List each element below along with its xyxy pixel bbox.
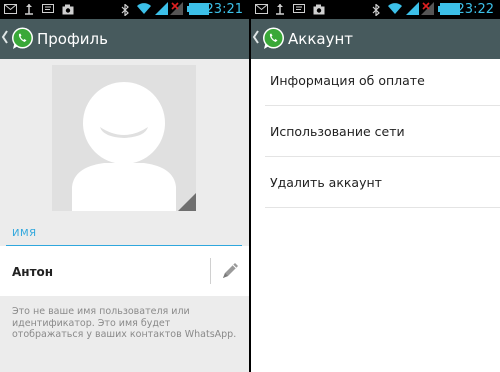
wifi-icon bbox=[388, 3, 402, 15]
bluetooth-icon bbox=[121, 4, 129, 16]
pencil-icon bbox=[223, 263, 238, 278]
status-time: 23:22 bbox=[456, 2, 494, 17]
menu-item-delete-account[interactable]: Удалить аккаунт bbox=[251, 158, 500, 208]
camera-icon bbox=[62, 4, 74, 15]
status-bar: 23:21 bbox=[0, 0, 249, 19]
usb-icon bbox=[276, 4, 284, 15]
sms-icon bbox=[42, 4, 54, 13]
bluetooth-icon bbox=[372, 4, 380, 16]
menu-divider bbox=[265, 156, 500, 157]
menu-item-label: Информация об оплате bbox=[270, 73, 425, 88]
back-chevron-icon[interactable] bbox=[1, 29, 9, 45]
name-label: ИМЯ bbox=[12, 228, 37, 239]
status-time: 23:21 bbox=[205, 2, 243, 17]
whatsapp-logo-icon[interactable] bbox=[10, 26, 35, 51]
mail-icon bbox=[4, 4, 17, 14]
default-avatar-icon bbox=[52, 65, 196, 211]
usb-icon bbox=[25, 4, 33, 15]
name-row-separator bbox=[210, 258, 211, 284]
sms-icon bbox=[293, 4, 305, 13]
account-screen: 23:22 Аккаунт Информация об оплате Испол… bbox=[251, 0, 500, 372]
menu-divider bbox=[265, 207, 500, 208]
edit-name-button[interactable] bbox=[218, 261, 242, 281]
menu-divider bbox=[265, 105, 500, 106]
no-signal-icon bbox=[421, 2, 434, 15]
menu-item-payment-info[interactable]: Информация об оплате bbox=[251, 56, 500, 106]
wifi-icon bbox=[137, 3, 151, 15]
no-signal-icon bbox=[170, 2, 183, 15]
whatsapp-logo-icon[interactable] bbox=[261, 26, 286, 51]
signal-icon bbox=[155, 2, 168, 15]
back-chevron-icon[interactable] bbox=[252, 29, 260, 45]
menu-item-label: Удалить аккаунт bbox=[270, 175, 382, 190]
menu-item-label: Использование сети bbox=[270, 124, 405, 139]
name-value[interactable]: Антон bbox=[12, 265, 53, 279]
action-bar: Профиль bbox=[0, 19, 249, 59]
mail-icon bbox=[255, 4, 268, 14]
name-hint: Это не ваше имя пользователя или идентиф… bbox=[12, 306, 237, 340]
menu-item-network-usage[interactable]: Использование сети bbox=[251, 107, 500, 157]
camera-icon bbox=[313, 4, 325, 15]
page-title: Профиль bbox=[37, 30, 108, 48]
profile-photo[interactable] bbox=[52, 65, 196, 211]
action-bar: Аккаунт bbox=[251, 19, 500, 59]
signal-icon bbox=[406, 2, 419, 15]
status-bar: 23:22 bbox=[251, 0, 500, 19]
page-title: Аккаунт bbox=[288, 30, 353, 48]
profile-screen: 23:21 Профиль ИМЯ Антон Это не ваше имя … bbox=[0, 0, 249, 372]
